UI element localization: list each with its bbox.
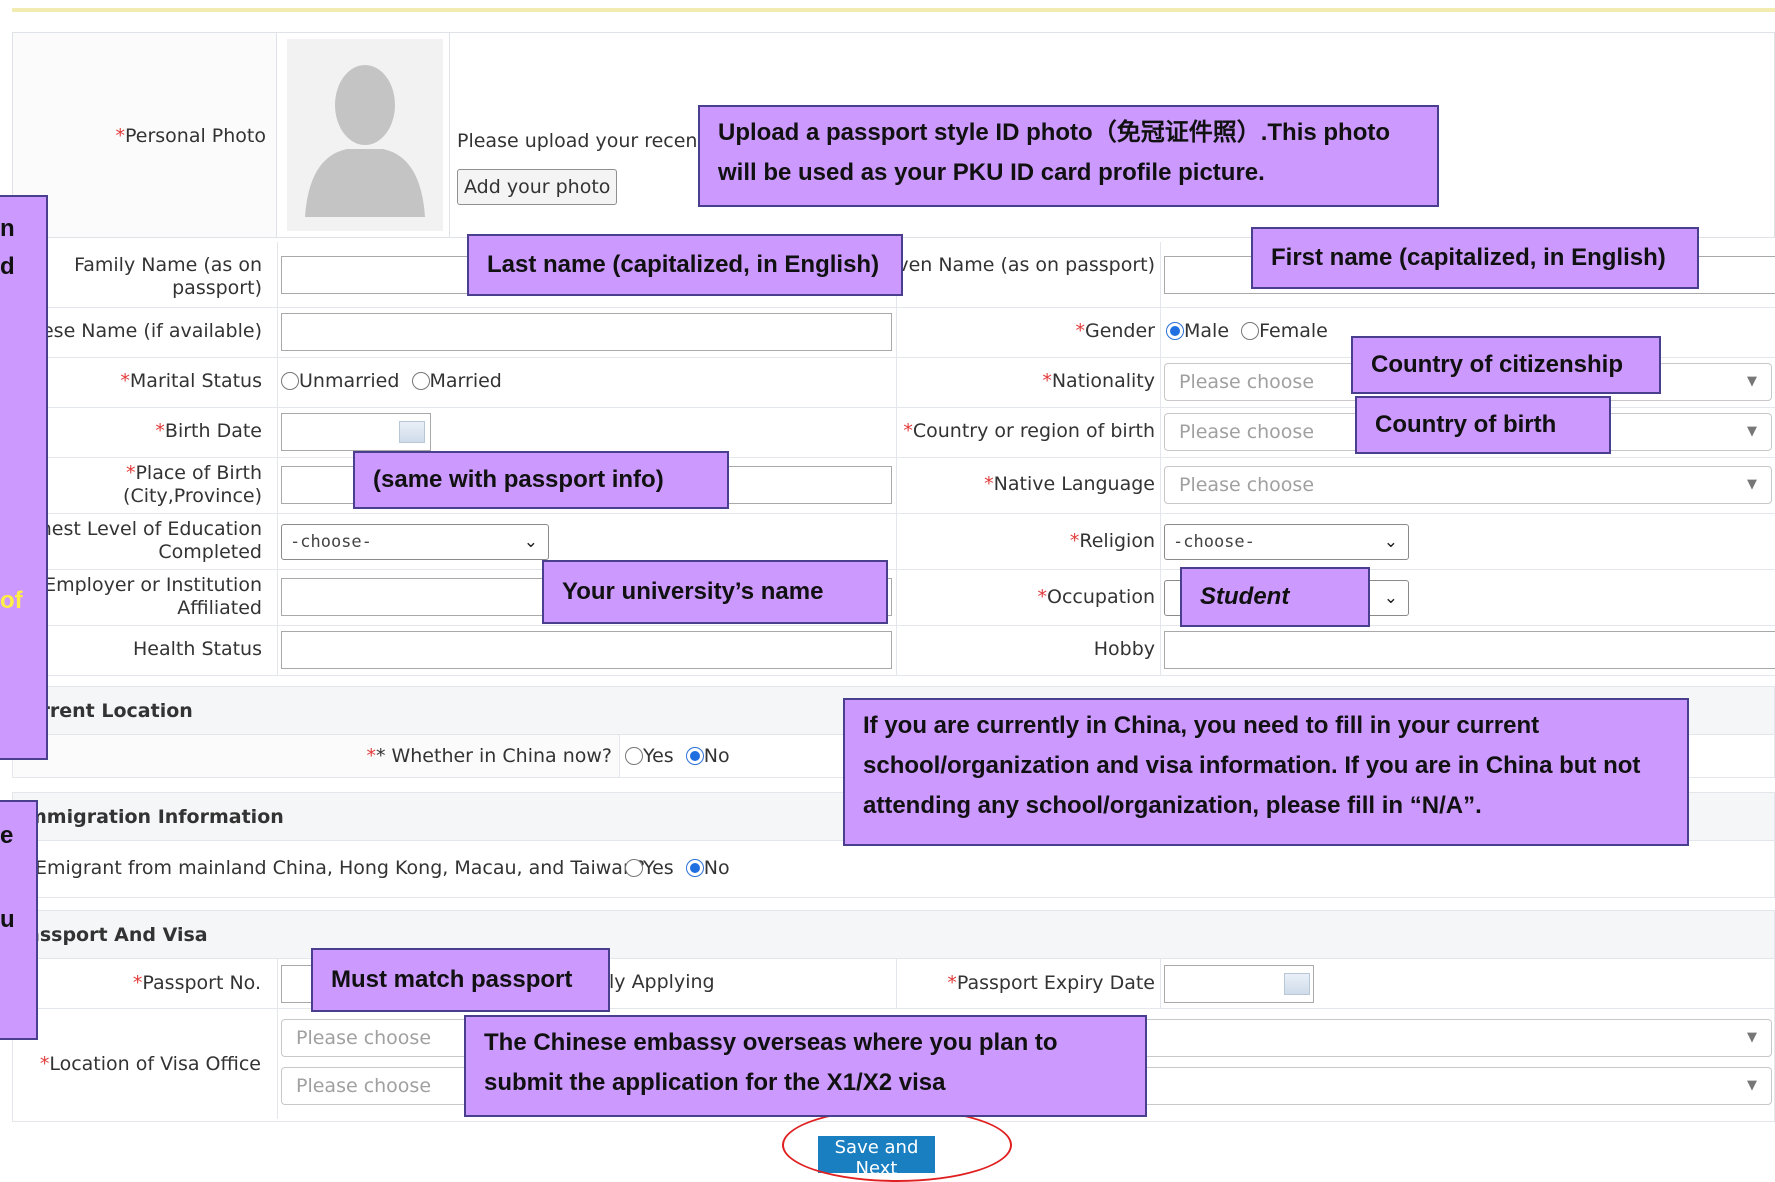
- callout-student: Student: [1180, 567, 1370, 627]
- row-health-hobby: Health Status Hobby: [12, 626, 1775, 676]
- row-education-religion: ighest Level of Education Completed -cho…: [12, 514, 1775, 570]
- married-radio[interactable]: [411, 372, 430, 390]
- place-of-birth-label: *Place of Birth (City,Province): [123, 462, 262, 507]
- callout-must-match: Must match passport: [311, 948, 610, 1012]
- dropdown-arrow-icon: ▼: [1747, 374, 1757, 389]
- chinese-name-input[interactable]: [281, 313, 892, 351]
- callout-in-china: If you are currently in China, you need …: [843, 698, 1689, 846]
- marital-status-label: *Marital Status: [120, 370, 262, 392]
- hobby-label: Hobby: [1093, 638, 1155, 660]
- marital-radio-group: Unmarried Married: [281, 370, 502, 392]
- passport-expiry-label: *Passport Expiry Date: [947, 972, 1155, 994]
- native-language-label: *Native Language: [984, 473, 1155, 495]
- passport-no-label: *Passport No.: [132, 972, 261, 994]
- chevron-down-icon: ⌄: [523, 532, 538, 552]
- photo-label-cell: *Personal Photo: [13, 33, 277, 237]
- in-china-radio-group: Yes No: [625, 745, 730, 767]
- gender-female-radio[interactable]: [1241, 322, 1260, 340]
- row-employer-occupation: *Employer or Institution Affiliated *Occ…: [12, 570, 1775, 626]
- top-border: [12, 8, 1775, 12]
- side-callout-2: e u: [0, 800, 38, 1040]
- native-language-select[interactable]: Please choose ▼: [1164, 466, 1772, 504]
- callout-photo: Upload a passport style ID photo（免冠证件照）.…: [698, 105, 1439, 207]
- passport-visa-title: assport And Visa: [13, 911, 1774, 959]
- in-china-yes-radio[interactable]: [625, 747, 643, 765]
- dropdown-arrow-icon: ▼: [1747, 424, 1757, 439]
- applying-text: ly Applying: [609, 971, 715, 993]
- highlight-ellipse: [782, 1108, 1012, 1182]
- birth-date-label: *Birth Date: [155, 420, 262, 442]
- photo-label: *Personal Photo: [115, 125, 266, 147]
- callout-embassy: The Chinese embassy overseas where you p…: [464, 1015, 1147, 1117]
- dropdown-arrow-icon: ▼: [1747, 477, 1757, 492]
- religion-select[interactable]: -choose- ⌄: [1164, 524, 1409, 560]
- dropdown-arrow-icon: ▼: [1747, 1078, 1757, 1093]
- country-of-birth-label: *Country or region of birth: [903, 420, 1155, 442]
- emigrant-no-radio[interactable]: [685, 859, 704, 877]
- callout-birth-country: Country of birth: [1355, 396, 1611, 454]
- personal-info-form: Family Name (as on passport) Given Name …: [12, 242, 1775, 676]
- divider: [449, 33, 450, 237]
- unmarried-radio[interactable]: [281, 372, 299, 390]
- religion-label: *Religion: [1069, 530, 1155, 552]
- in-china-no-radio[interactable]: [685, 747, 704, 765]
- nationality-label: *Nationality: [1042, 370, 1155, 392]
- calendar-icon[interactable]: [1284, 973, 1310, 995]
- calendar-icon[interactable]: [399, 421, 425, 443]
- gender-radio-group: Male Female: [1166, 320, 1328, 342]
- emigrant-yes-radio[interactable]: [625, 859, 643, 877]
- education-select[interactable]: -choose- ⌄: [281, 524, 549, 560]
- avatar-placeholder-icon[interactable]: [287, 39, 443, 231]
- chevron-down-icon: ⌄: [1383, 588, 1398, 608]
- callout-last-name: Last name (capitalized, in English): [467, 234, 903, 296]
- emigrant-question: Emigrant from mainland China, Hong Kong,…: [35, 857, 646, 879]
- callout-university: Your university’s name: [542, 560, 888, 624]
- hobby-input[interactable]: [1164, 631, 1775, 669]
- family-name-label: Family Name (as on passport): [74, 254, 262, 299]
- in-china-question: ** Whether in China now?: [366, 745, 612, 767]
- health-status-label: Health Status: [133, 638, 262, 660]
- chevron-down-icon: ⌄: [1383, 532, 1398, 552]
- employer-label: *Employer or Institution Affiliated: [35, 574, 262, 619]
- callout-citizenship: Country of citizenship: [1351, 336, 1661, 394]
- row-place-language: *Place of Birth (City,Province) *Native …: [12, 458, 1775, 514]
- add-photo-button[interactable]: Add your photo: [457, 169, 618, 205]
- callout-same-passport: (same with passport info): [353, 451, 729, 509]
- callout-first-name: First name (capitalized, in English): [1251, 227, 1699, 289]
- dropdown-arrow-icon: ▼: [1747, 1030, 1757, 1045]
- health-status-input[interactable]: [281, 631, 892, 669]
- gender-male-radio[interactable]: [1166, 322, 1184, 340]
- visa-office-label: *Location of Visa Office: [39, 1053, 261, 1075]
- gender-label: *Gender: [1075, 320, 1155, 342]
- emigrant-radio-group: Yes No: [625, 857, 730, 879]
- side-callout-1: n d of: [0, 195, 48, 760]
